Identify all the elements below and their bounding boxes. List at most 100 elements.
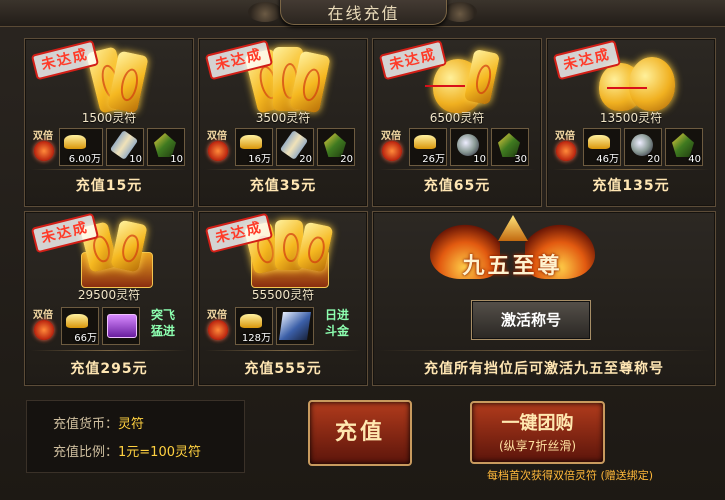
- divider: [379, 169, 535, 170]
- tier-amount: 13500灵符: [599, 111, 663, 125]
- group-buy-button[interactable]: 一键团购 (纵享7折丝滑): [470, 401, 605, 464]
- double-label: 双倍: [207, 310, 227, 321]
- currency-value: 灵符: [118, 417, 145, 432]
- purple-chest-icon: [107, 314, 137, 338]
- reward-count: 40: [688, 154, 701, 165]
- reward-item-slot[interactable]: 40: [665, 128, 703, 166]
- recharge-window: 在线充值 未达成 1500灵符 双倍 6.00万 10 10 充值15元 未达成…: [0, 0, 725, 500]
- divider: [31, 169, 187, 170]
- tier-card-5[interactable]: 未达成 29500灵符 双倍 66万 突飞 猛进 充值295元: [24, 211, 194, 386]
- gold-ingot-icon: [240, 314, 262, 328]
- title-ornament-right: [443, 2, 477, 22]
- reward-gold-slot[interactable]: 66万: [61, 307, 99, 345]
- reward-item-slot[interactable]: 10: [450, 128, 488, 166]
- double-label: 双倍: [207, 131, 227, 142]
- supreme-desc: 充值所有挡位后可激活九五至尊称号: [424, 361, 664, 377]
- double-seal-icon: [382, 141, 402, 161]
- title-reward[interactable]: 日进 斗金: [317, 307, 357, 341]
- tier-amount: 3500灵符: [255, 111, 311, 125]
- reward-item-slot[interactable]: 20: [276, 128, 314, 166]
- divider: [205, 169, 361, 170]
- title-reward-line2: 斗金: [324, 324, 349, 338]
- gold-ingot-icon: [64, 135, 86, 149]
- reward-slots: 双倍 46万 20 40: [551, 125, 711, 166]
- ratio-label: 充值比例：: [53, 445, 119, 460]
- gold-ingot-icon: [66, 314, 88, 328]
- gold-ingot-icon: [588, 135, 610, 149]
- reward-slots: 双倍 6.00万 10 10: [29, 125, 189, 166]
- tier-card-1[interactable]: 未达成 1500灵符 双倍 6.00万 10 10 充值15元: [24, 38, 194, 207]
- double-label: 双倍: [33, 310, 53, 321]
- title-reward-line1: 日进: [324, 308, 349, 322]
- double-badge: 双倍: [203, 306, 231, 344]
- double-badge: 双倍: [551, 127, 579, 165]
- reward-count: 128万: [241, 333, 271, 344]
- reward-item-slot[interactable]: 20: [624, 128, 662, 166]
- reward-gold-slot[interactable]: 26万: [409, 128, 447, 166]
- double-label: 双倍: [555, 131, 575, 142]
- reward-item-slot[interactable]: 10: [147, 128, 185, 166]
- reward-count: 20: [647, 154, 660, 165]
- reward-item-slot[interactable]: 30: [491, 128, 529, 166]
- reward-slots: 双倍 128万 日进斗金: [203, 304, 363, 345]
- reward-count: 20: [340, 154, 353, 165]
- double-badge: 双倍: [203, 127, 231, 165]
- reward-gold-slot[interactable]: 16万: [235, 128, 273, 166]
- double-badge: 双倍: [29, 306, 57, 344]
- tier-card-2[interactable]: 未达成 3500灵符 双倍 16万 20 20 充值35元: [198, 38, 368, 207]
- reward-book-slot[interactable]: [276, 307, 314, 345]
- reward-gold-slot[interactable]: 6.00万: [59, 128, 103, 166]
- reward-count: 30: [514, 154, 527, 165]
- reward-count: 66万: [74, 333, 97, 344]
- ratio-value: 1元=100灵符: [118, 445, 201, 460]
- reward-gold-slot[interactable]: 128万: [235, 307, 273, 345]
- title-reward[interactable]: 突飞 猛进: [143, 307, 183, 341]
- tier-card-6[interactable]: 未达成 55500灵符 双倍 128万 日进 斗金 充值555元: [198, 211, 368, 386]
- title-plate: 在线充值: [280, 0, 447, 25]
- tier-price: 充值65元: [423, 178, 491, 194]
- double-label: 双倍: [33, 131, 53, 142]
- supreme-title: 九五至尊: [462, 254, 563, 279]
- currency-label: 充值货币：: [53, 417, 119, 432]
- reward-slots: 双倍 66万 突飞猛进: [29, 304, 189, 345]
- reward-count: 10: [473, 154, 486, 165]
- title-ornament-left: [248, 2, 282, 22]
- reward-slots: 双倍 16万 20 20: [203, 125, 363, 166]
- double-seal-icon: [208, 141, 228, 161]
- tier-amount: 6500灵符: [429, 111, 485, 125]
- divider: [205, 350, 361, 351]
- divider: [31, 350, 187, 351]
- double-badge: 双倍: [377, 127, 405, 165]
- reward-gold-slot[interactable]: 46万: [583, 128, 621, 166]
- double-label: 双倍: [381, 131, 401, 142]
- group-buy-label: 一键团购: [501, 413, 574, 434]
- divider: [379, 350, 709, 351]
- tier-price: 充值135元: [592, 178, 670, 194]
- supreme-emblem: 九五至尊: [430, 213, 595, 295]
- tier-card-4[interactable]: 未达成 13500灵符 双倍 46万 20 40 充值135元: [546, 38, 716, 207]
- crown-icon: [498, 215, 528, 241]
- reward-count: 46万: [596, 154, 619, 165]
- double-badge: 双倍: [29, 127, 57, 165]
- title-reward-line1: 突飞: [150, 308, 175, 322]
- reward-count: 16万: [248, 154, 271, 165]
- currency-row: 充值货币：灵符: [53, 413, 144, 432]
- tier-card-3[interactable]: 未达成 6500灵符 双倍 26万 10 30 充值65元: [372, 38, 542, 207]
- reward-chest-slot[interactable]: [102, 307, 140, 345]
- reward-count: 10: [129, 154, 142, 165]
- stone-gem-icon: [631, 134, 653, 156]
- recharge-button[interactable]: 充值: [308, 400, 412, 466]
- recharge-info-box: 充值货币：灵符 充值比例：1元=100灵符: [26, 400, 245, 473]
- reward-count: 26万: [422, 154, 445, 165]
- window-title: 在线充值: [327, 4, 400, 23]
- reward-slots: 双倍 26万 10 30: [377, 125, 537, 166]
- double-seal-icon: [208, 320, 228, 340]
- title-reward-line2: 猛进: [150, 324, 175, 338]
- reward-item-slot[interactable]: 10: [106, 128, 144, 166]
- skill-book-icon: [279, 312, 311, 340]
- activate-title-button[interactable]: 激活称号: [471, 300, 591, 340]
- reward-count: 20: [299, 154, 312, 165]
- gold-ingot-icon: [240, 135, 262, 149]
- reward-item-slot[interactable]: 20: [317, 128, 355, 166]
- tier-price: 充值35元: [249, 178, 317, 194]
